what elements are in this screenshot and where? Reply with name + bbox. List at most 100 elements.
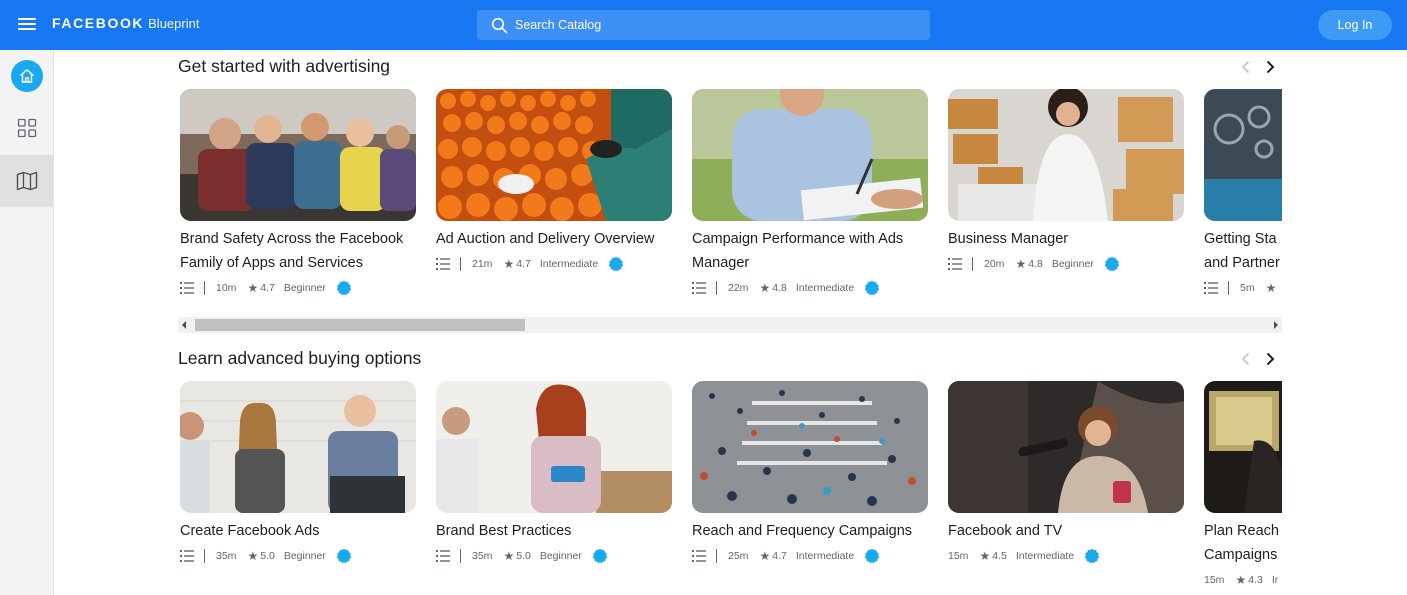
course-card[interactable]: Brand Best Practices 35m ★ 5.0 Beginner <box>436 381 672 567</box>
grid-icon <box>17 118 36 138</box>
course-level: Beginner <box>1051 258 1094 270</box>
list-icon <box>1204 282 1218 294</box>
course-duration: 20m <box>984 258 1005 270</box>
course-meta: 15m ★ 4.5 Intermediate <box>948 545 1184 567</box>
chevron-right-icon[interactable] <box>1262 59 1278 75</box>
course-level: Intermediate <box>539 258 599 270</box>
course-card[interactable]: Campaign Performance with Ads Manager 22… <box>692 89 928 299</box>
course-rating: 4.7 <box>260 282 275 294</box>
course-card[interactable]: Plan Reach Campaigns 15m ★ 4.3 Ir <box>1204 381 1282 591</box>
verified-badge-icon <box>1104 256 1120 272</box>
hamburger-menu-icon[interactable] <box>18 18 36 32</box>
list-icon <box>180 550 194 562</box>
course-rating: 4.5 <box>992 550 1007 562</box>
course-thumbnail <box>1204 381 1282 513</box>
star-icon: ★ <box>247 281 259 295</box>
course-card[interactable]: Facebook and TV 15m ★ 4.5 Intermediate <box>948 381 1184 567</box>
course-title: Create Facebook Ads <box>180 523 320 539</box>
course-meta: 35m ★ 5.0 Beginner <box>180 545 416 567</box>
horizontal-scrollbar[interactable] <box>178 317 1282 333</box>
course-title: Business Manager <box>948 231 1069 247</box>
sidebar-item-home[interactable] <box>0 50 53 102</box>
left-sidebar <box>0 50 54 595</box>
list-icon <box>948 258 962 270</box>
course-thumbnail <box>180 89 416 221</box>
course-title: Brand Safety Across the Facebook Family … <box>180 231 404 271</box>
course-meta: 35m ★ 5.0 Beginner <box>436 545 672 567</box>
course-rating: 4.3 <box>1248 574 1263 586</box>
star-icon: ★ <box>979 549 991 563</box>
sidebar-item-catalog[interactable] <box>0 102 53 154</box>
chevron-left-icon[interactable] <box>1238 59 1254 75</box>
star-icon: ★ <box>247 549 259 563</box>
course-level: Beginner <box>283 282 326 294</box>
verified-badge-icon <box>864 280 880 296</box>
course-meta: 5m ★ <box>1204 277 1282 299</box>
course-card[interactable]: Ad Auction and Delivery Overview 21m ★ 4… <box>436 89 672 275</box>
course-duration: 25m <box>728 550 749 562</box>
verified-badge-icon <box>608 256 624 272</box>
course-level: Intermediate <box>1015 550 1075 562</box>
course-level: Intermediate <box>795 282 855 294</box>
course-thumbnail <box>1204 89 1282 221</box>
product-name: Blueprint <box>148 16 200 31</box>
list-icon <box>692 282 706 294</box>
course-meta: 20m ★ 4.8 Beginner <box>948 253 1184 275</box>
verified-badge-icon <box>864 548 880 564</box>
course-thumbnail <box>180 381 416 513</box>
course-level: Beginner <box>283 550 326 562</box>
scroll-right-arrow-icon[interactable] <box>1274 321 1278 329</box>
course-rating: 4.8 <box>1028 258 1043 270</box>
course-title: Campaign Performance with Ads Manager <box>692 231 904 271</box>
course-title: Plan Reach Campaigns <box>1204 523 1279 563</box>
course-card[interactable]: Reach and Frequency Campaigns 25m ★ 4.7 … <box>692 381 928 567</box>
brand-name: FACEBOOK <box>52 15 145 31</box>
scrollbar-thumb[interactable] <box>195 319 525 331</box>
search-catalog-input[interactable]: Search Catalog <box>477 10 930 40</box>
course-card[interactable]: Brand Safety Across the Facebook Family … <box>180 89 416 299</box>
brand-logo[interactable]: FACEBOOK Blueprint <box>52 15 199 33</box>
course-card[interactable]: Getting Sta and Partner 5m ★ <box>1204 89 1282 299</box>
verified-badge-icon <box>336 280 352 296</box>
course-card[interactable]: Business Manager 20m ★ 4.8 Beginner <box>948 89 1184 275</box>
course-card[interactable]: Create Facebook Ads 35m ★ 5.0 Beginner <box>180 381 416 567</box>
course-duration: 15m <box>1204 574 1225 586</box>
course-duration: 10m <box>216 282 237 294</box>
star-icon: ★ <box>759 281 771 295</box>
course-level: Ir <box>1271 574 1279 586</box>
course-meta: 22m ★ 4.8 Intermediate <box>692 277 928 299</box>
course-thumbnail <box>692 381 928 513</box>
home-icon <box>10 60 43 92</box>
course-duration: 5m <box>1240 282 1255 294</box>
list-icon <box>436 550 450 562</box>
course-rating: 4.7 <box>516 258 531 270</box>
course-duration: 35m <box>472 550 493 562</box>
course-title: Brand Best Practices <box>436 523 572 539</box>
course-title: Getting Sta and Partner <box>1204 231 1280 271</box>
chevron-left-icon[interactable] <box>1238 351 1254 367</box>
search-placeholder: Search Catalog <box>515 18 602 32</box>
chevron-right-icon[interactable] <box>1262 351 1278 367</box>
course-meta: 10m ★ 4.7 Beginner <box>180 277 416 299</box>
login-button[interactable]: Log In <box>1318 10 1392 40</box>
list-icon <box>692 550 706 562</box>
course-duration: 21m <box>472 258 493 270</box>
course-title: Facebook and TV <box>948 523 1063 539</box>
course-rating: 5.0 <box>516 550 531 562</box>
scroll-left-arrow-icon[interactable] <box>182 321 186 329</box>
course-thumbnail <box>436 89 672 221</box>
course-thumbnail <box>948 89 1184 221</box>
course-duration: 22m <box>728 282 749 294</box>
course-meta: 21m ★ 4.7 Intermediate <box>436 253 672 275</box>
star-icon: ★ <box>503 257 515 271</box>
course-rating: 5.0 <box>260 550 275 562</box>
star-icon: ★ <box>1235 573 1247 587</box>
sidebar-item-learning-paths[interactable] <box>0 155 53 207</box>
course-carousel: Create Facebook Ads 35m ★ 5.0 Beginner B… <box>180 381 1282 595</box>
star-icon: ★ <box>503 549 515 563</box>
course-title: Reach and Frequency Campaigns <box>692 523 913 539</box>
course-duration: 15m <box>948 550 969 562</box>
course-thumbnail <box>692 89 928 221</box>
course-rating: 4.7 <box>772 550 787 562</box>
list-icon <box>180 282 194 294</box>
